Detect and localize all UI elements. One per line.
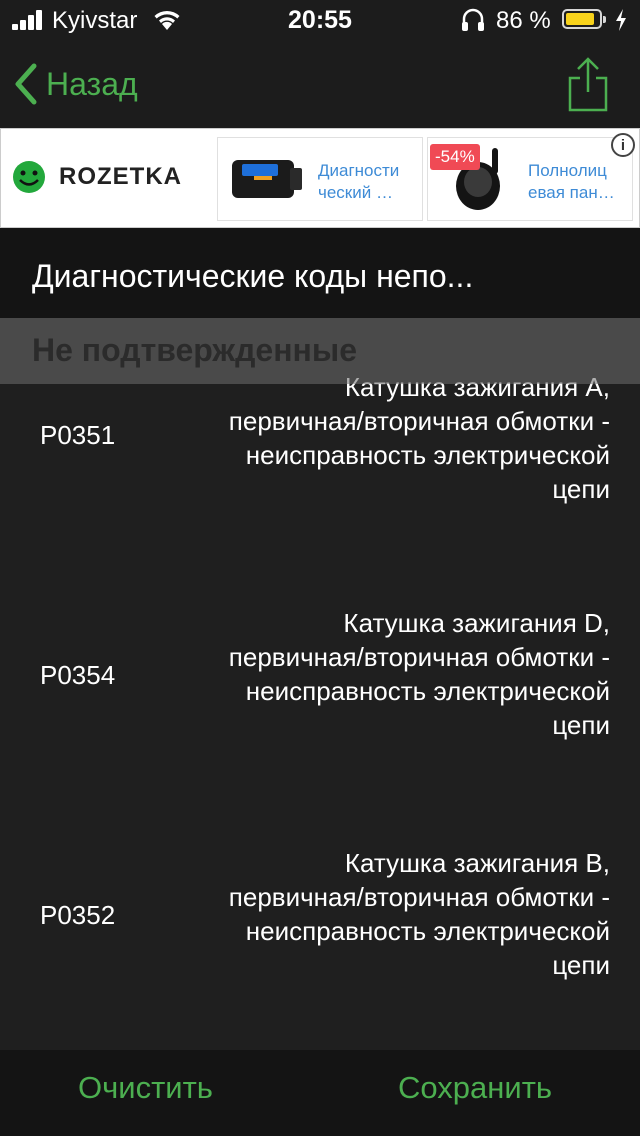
back-button[interactable]: Назад	[14, 62, 138, 106]
headphones-icon	[462, 8, 484, 31]
section-label: Не подтвержденные	[32, 332, 357, 368]
share-icon[interactable]	[566, 56, 610, 112]
battery-icon	[562, 9, 606, 29]
dtc-code: P0352	[40, 900, 116, 930]
page-title: Диагностические коды непо...	[32, 258, 474, 294]
ad-info-icon[interactable]: i	[611, 133, 635, 157]
page-header: Диагностические коды непо...	[0, 228, 640, 318]
ad-banner[interactable]: ROZETKA Диагности ческий … -54% Полнолиц…	[0, 128, 640, 228]
section-header: Не подтвержденные	[0, 318, 640, 384]
dtc-code: P0351	[40, 420, 116, 450]
discount-badge: -54%	[430, 144, 480, 170]
dtc-description: Катушка зажигания B, первичная/вторичная…	[228, 848, 610, 980]
ad-item-text: Диагности ческий …	[318, 161, 400, 202]
codes-list[interactable]: Не подтвержденные P0351 Катушка зажигани…	[0, 318, 640, 1050]
clear-button[interactable]: Очистить	[78, 1070, 213, 1106]
back-label: Назад	[46, 65, 138, 102]
ad-item-text: Полнолиц евая пан…	[528, 161, 615, 202]
chevron-left-icon	[15, 63, 37, 105]
bottom-toolbar: Очистить Сохранить	[0, 1050, 640, 1136]
battery-percent: 86 %	[496, 7, 551, 34]
status-bar: Kyivstar 20:55 86 %	[0, 0, 640, 40]
navigation-bar: Назад	[0, 40, 640, 128]
rozetka-logo[interactable]: ROZETKA	[11, 159, 182, 195]
ad-item-diagnostic[interactable]: Диагности ческий …	[217, 137, 423, 221]
dtc-code: P0354	[40, 660, 116, 690]
charging-bolt-icon	[616, 9, 626, 31]
dtc-description: Катушка зажигания D, первичная/вторичная…	[228, 608, 610, 740]
ad-logo-text: ROZETKA	[59, 163, 182, 190]
obd-adapter-image	[232, 160, 302, 198]
smiley-logo-icon	[13, 161, 45, 193]
save-button[interactable]: Сохранить	[398, 1070, 552, 1106]
dtc-description: Катушка зажигания A, первичная/вторичная…	[228, 372, 610, 504]
ad-item-mask[interactable]: -54% Полнолиц евая пан…	[427, 137, 633, 221]
